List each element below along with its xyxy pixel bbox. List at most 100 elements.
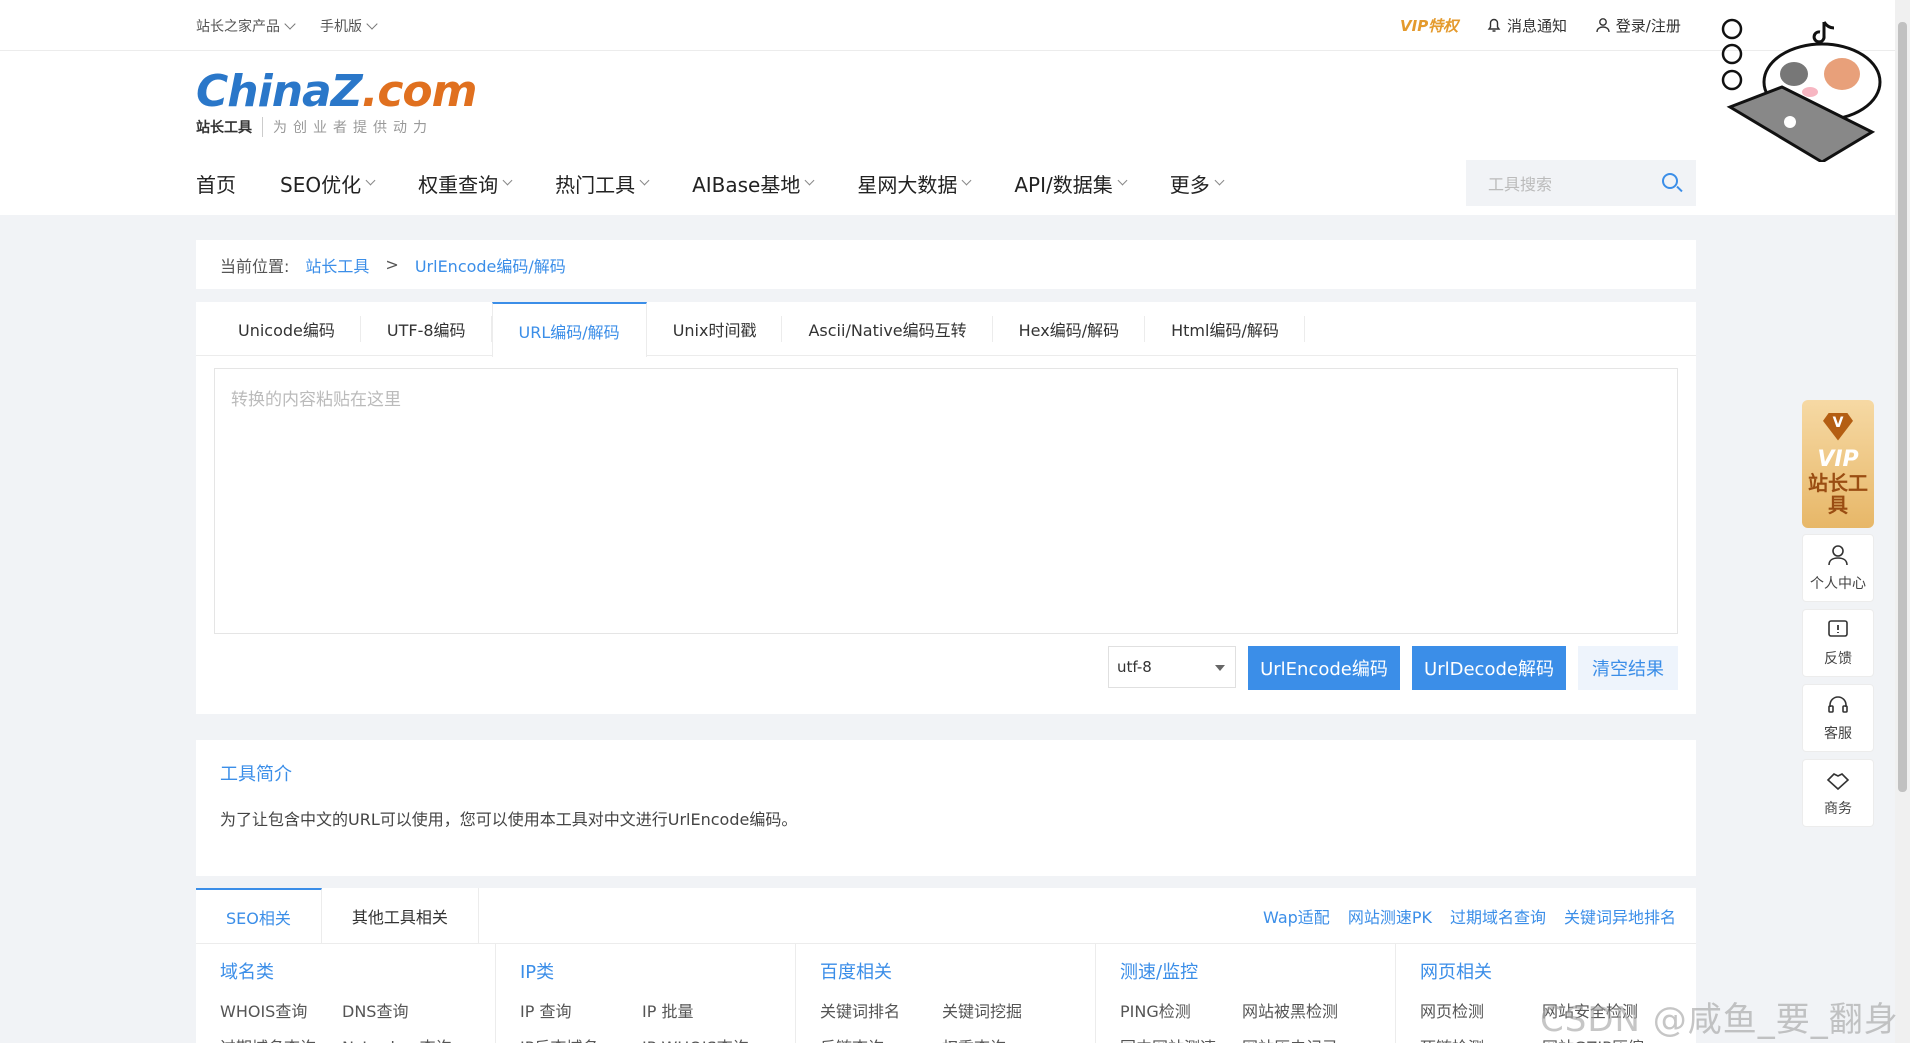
chevron-down-icon bbox=[804, 175, 815, 186]
quick-link[interactable]: 过期域名查询 bbox=[1450, 904, 1546, 928]
tool-link[interactable]: DNS查询 bbox=[342, 998, 464, 1022]
tab-utf8[interactable]: UTF-8编码 bbox=[361, 302, 492, 356]
tab-seo-related[interactable]: SEO相关 bbox=[196, 888, 322, 943]
search-icon[interactable] bbox=[1662, 173, 1678, 189]
category-title[interactable]: 域名类 bbox=[220, 958, 471, 984]
tool-link[interactable]: 关键词挖掘 bbox=[942, 998, 1064, 1022]
logo-text-com: .com bbox=[361, 66, 478, 117]
main-nav: 首页 SEO优化 权重查询 热门工具 AIBase基地 星网大数据 API/数据… bbox=[196, 169, 1267, 198]
tab-hex[interactable]: Hex编码/解码 bbox=[993, 302, 1146, 356]
sidebar-button-label: 商务 bbox=[1824, 801, 1852, 817]
breadcrumb-current-link[interactable]: UrlEncode编码/解码 bbox=[415, 253, 566, 277]
nav-item-weight[interactable]: 权重查询 bbox=[418, 169, 513, 198]
category-title[interactable]: 百度相关 bbox=[820, 958, 1071, 984]
breadcrumb-home-link[interactable]: 站长工具 bbox=[305, 253, 369, 277]
quick-link[interactable]: 网站测速PK bbox=[1348, 904, 1432, 928]
tool-link[interactable]: 权重查询 bbox=[942, 1034, 1064, 1043]
intro-text: 为了让包含中文的URL可以使用，您可以使用本工具对中文进行UrlEncode编码… bbox=[220, 810, 798, 829]
tab-url[interactable]: URL编码/解码 bbox=[491, 302, 647, 357]
nav-label: 热门工具 bbox=[555, 173, 636, 197]
urlencode-button[interactable]: UrlEncode编码 bbox=[1248, 646, 1400, 690]
chevron-down-icon bbox=[639, 175, 650, 186]
content-input[interactable]: 转换的内容粘贴在这里 bbox=[214, 368, 1678, 634]
tool-search-input[interactable]: 工具搜索 bbox=[1466, 160, 1696, 206]
vip-sidebar-badge[interactable]: V VIP 站长工具 bbox=[1802, 400, 1874, 528]
login-link[interactable]: 登录/注册 bbox=[1595, 15, 1681, 36]
nav-item-seo[interactable]: SEO优化 bbox=[280, 169, 376, 198]
urldecode-button[interactable]: UrlDecode解码 bbox=[1412, 646, 1566, 690]
chevron-down-icon bbox=[1214, 175, 1225, 186]
feedback-button[interactable]: 反馈 bbox=[1802, 609, 1874, 677]
tool-link[interactable]: 网页检测 bbox=[1420, 998, 1542, 1022]
breadcrumb: 当前位置: 站长工具 > UrlEncode编码/解码 bbox=[196, 240, 1696, 289]
tool-link[interactable]: WHOIS查询 bbox=[220, 998, 342, 1022]
category-baidu: 百度相关 关键词排名关键词挖掘 反链查询权重查询 bbox=[796, 944, 1096, 1043]
messages-label: 消息通知 bbox=[1506, 17, 1567, 35]
nav-item-aibase[interactable]: AIBase基地 bbox=[692, 169, 815, 198]
mobile-menu[interactable]: 手机版 bbox=[320, 16, 378, 36]
category-title[interactable]: 测速/监控 bbox=[1120, 958, 1371, 984]
tool-link[interactable]: PING检测 bbox=[1120, 998, 1242, 1022]
dropdown-arrow-icon bbox=[1215, 665, 1225, 671]
scrollbar-thumb[interactable] bbox=[1898, 22, 1907, 792]
headset-icon bbox=[1828, 696, 1848, 713]
category-title[interactable]: IP类 bbox=[520, 958, 771, 984]
category-title[interactable]: 网页相关 bbox=[1420, 958, 1672, 984]
tool-link[interactable]: 过期域名查询 bbox=[220, 1034, 342, 1043]
nav-item-hot-tools[interactable]: 热门工具 bbox=[555, 169, 650, 198]
nav-label: 首页 bbox=[196, 173, 236, 197]
tool-link[interactable]: 反链查询 bbox=[820, 1034, 942, 1043]
vip-badge-subtitle: 站长工具 bbox=[1808, 470, 1868, 517]
sidebar-button-label: 个人中心 bbox=[1810, 576, 1866, 592]
logo-sub-title: 站长工具 bbox=[196, 120, 252, 136]
tool-link[interactable]: IP 批量 bbox=[642, 998, 764, 1022]
tool-link[interactable]: IP WHOIS查询 bbox=[642, 1034, 764, 1043]
customer-service-button[interactable]: 客服 bbox=[1802, 684, 1874, 752]
personal-center-button[interactable]: 个人中心 bbox=[1802, 534, 1874, 602]
chinaz-logo[interactable]: ChinaZ.com 站长工具 为创业者提供动力 bbox=[196, 66, 477, 137]
content-input-placeholder: 转换的内容粘贴在这里 bbox=[231, 390, 401, 410]
products-menu[interactable]: 站长之家产品 bbox=[196, 16, 296, 36]
page-scrollbar[interactable] bbox=[1895, 0, 1910, 1043]
tool-link[interactable]: 死链检测 bbox=[1420, 1034, 1542, 1043]
tab-unix[interactable]: Unix时间戳 bbox=[647, 302, 783, 356]
nav-label: 星网大数据 bbox=[857, 173, 958, 197]
category-speed-monitor: 测速/监控 PING检测网站被黑检测 国内网站测速网站历史记录 bbox=[1096, 944, 1396, 1043]
encoding-select[interactable]: utf-8 bbox=[1108, 646, 1236, 688]
nav-item-api[interactable]: API/数据集 bbox=[1014, 169, 1128, 198]
mobile-label: 手机版 bbox=[320, 19, 362, 35]
nav-label: 更多 bbox=[1169, 173, 1210, 197]
nav-item-bigdata[interactable]: 星网大数据 bbox=[857, 169, 972, 198]
encoding-tabs: Unicode编码 UTF-8编码 URL编码/解码 Unix时间戳 Ascii… bbox=[196, 302, 1696, 357]
tool-link[interactable]: 网站历史记录 bbox=[1242, 1034, 1364, 1043]
nav-item-more[interactable]: 更多 bbox=[1169, 169, 1225, 198]
logo-text-china: China bbox=[196, 66, 332, 117]
clear-result-button[interactable]: 清空结果 bbox=[1578, 646, 1678, 690]
top-left-links: 站长之家产品 手机版 bbox=[196, 16, 378, 36]
nav-item-home[interactable]: 首页 bbox=[196, 169, 236, 198]
business-button[interactable]: 商务 bbox=[1802, 759, 1874, 827]
messages-link[interactable]: 消息通知 bbox=[1486, 15, 1567, 36]
tool-link[interactable]: 关键词排名 bbox=[820, 998, 942, 1022]
tab-other-tools[interactable]: 其他工具相关 bbox=[322, 888, 479, 943]
nav-label: 权重查询 bbox=[418, 173, 499, 197]
vip-link[interactable]: VIP特权 bbox=[1400, 15, 1458, 36]
related-tabs: SEO相关 其他工具相关 bbox=[196, 888, 479, 943]
feedback-icon bbox=[1828, 620, 1848, 637]
tool-link[interactable]: IP 查询 bbox=[520, 998, 642, 1022]
tool-link[interactable]: 国内网站测速 bbox=[1120, 1034, 1242, 1043]
tool-intro: 工具简介 为了让包含中文的URL可以使用，您可以使用本工具对中文进行UrlEnc… bbox=[196, 740, 1696, 876]
logo-subtitle: 站长工具 为创业者提供动力 bbox=[196, 117, 477, 137]
tool-link[interactable]: NsLookup查询 bbox=[342, 1034, 464, 1043]
quick-link[interactable]: Wap适配 bbox=[1263, 904, 1330, 928]
chevron-down-icon bbox=[284, 18, 296, 30]
products-label: 站长之家产品 bbox=[196, 19, 280, 35]
search-placeholder: 工具搜索 bbox=[1488, 175, 1553, 194]
tab-ascii-native[interactable]: Ascii/Native编码互转 bbox=[782, 302, 993, 356]
tab-unicode[interactable]: Unicode编码 bbox=[212, 302, 361, 356]
tool-link[interactable]: IP反查域名 bbox=[520, 1034, 642, 1043]
bell-icon bbox=[1487, 18, 1501, 32]
tool-link[interactable]: 网站被黑检测 bbox=[1242, 998, 1364, 1022]
quick-link[interactable]: 关键词异地排名 bbox=[1564, 904, 1676, 928]
tab-html[interactable]: Html编码/解码 bbox=[1145, 302, 1305, 356]
